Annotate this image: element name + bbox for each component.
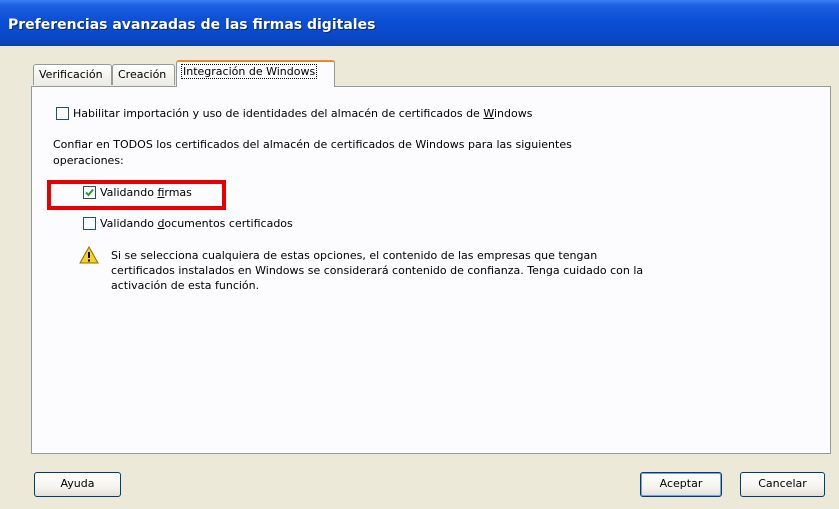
trust-text-line1: Confiar en TODOS los certificados del al… — [53, 138, 572, 151]
tab-verificacion-label: Verificación — [39, 68, 103, 81]
tab-creacion[interactable]: Creación — [112, 64, 175, 85]
validate-documents-checkbox[interactable] — [83, 217, 96, 230]
enable-windows-store-checkbox[interactable] — [56, 107, 69, 120]
tab-creacion-label: Creación — [118, 68, 167, 81]
warning-text-line2: certificados instalados en Windows se co… — [111, 264, 644, 277]
trust-text-line2: operaciones: — [53, 154, 124, 167]
cancel-button[interactable]: Cancelar — [740, 472, 825, 497]
title-bar: Preferencias avanzadas de las firmas dig… — [0, 0, 839, 46]
tab-integracion-windows-label: Integración de Windows — [180, 64, 318, 79]
tab-integracion-windows[interactable]: Integración de Windows — [176, 60, 335, 87]
help-button[interactable]: Ayuda — [34, 472, 121, 497]
highlight-box — [47, 180, 226, 210]
window-title: Preferencias avanzadas de las firmas dig… — [8, 17, 376, 33]
tab-verificacion[interactable]: Verificación — [33, 64, 112, 85]
dialog-body: Verificación Creación Integración de Win… — [8, 46, 839, 509]
enable-windows-store-label: Habilitar importación y uso de identidad… — [73, 107, 533, 120]
validate-documents-label: Validando documentos certificados — [100, 217, 293, 230]
ok-button[interactable]: Aceptar — [640, 472, 722, 497]
warning-triangle-icon — [79, 245, 99, 267]
warning-text-line1: Si se selecciona cualquiera de estas opc… — [111, 249, 598, 262]
warning-text-line3: activación de esta función. — [111, 279, 260, 292]
